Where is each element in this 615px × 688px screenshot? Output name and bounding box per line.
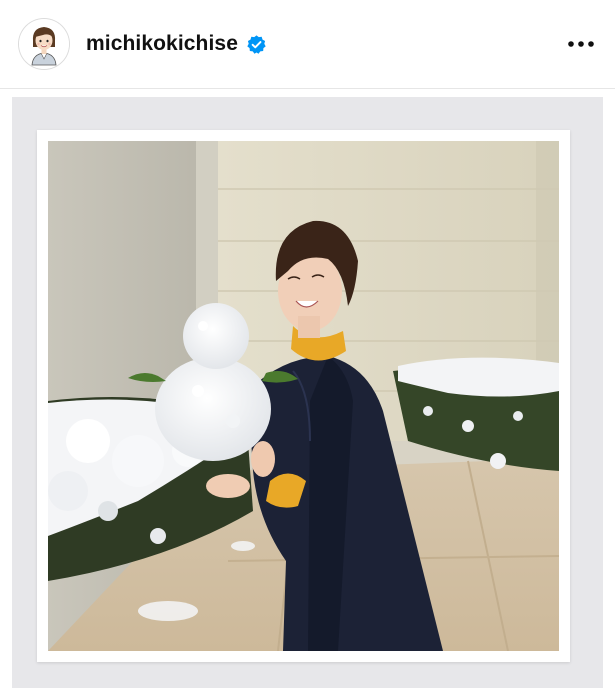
post-photo (48, 141, 559, 651)
post-media[interactable] (12, 97, 603, 688)
avatar[interactable] (19, 19, 69, 69)
post-header: michikokichise (0, 0, 615, 89)
more-options-icon (568, 41, 594, 47)
username[interactable]: michikokichise (86, 32, 238, 56)
verified-badge-icon (246, 34, 267, 55)
photo-illustration (48, 141, 559, 651)
avatar-cartoon-icon (19, 19, 69, 69)
more-options-button[interactable] (563, 30, 599, 58)
username-row: michikokichise (86, 28, 267, 60)
photo-frame (37, 130, 570, 662)
